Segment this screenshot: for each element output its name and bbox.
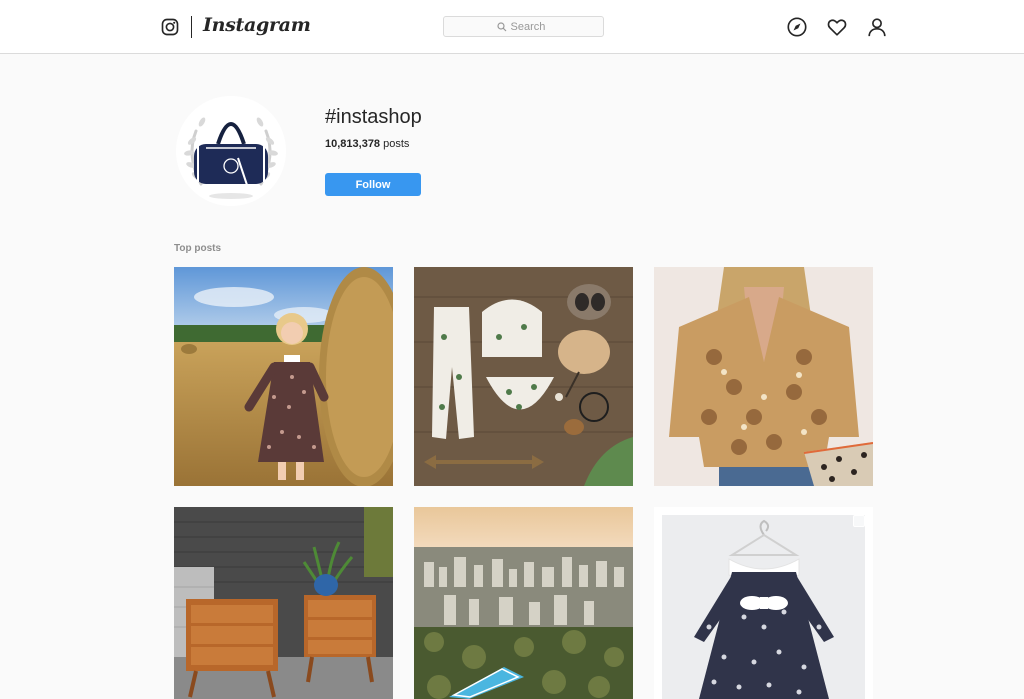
post-thumbnail[interactable] (174, 507, 393, 699)
logo-divider (191, 16, 192, 38)
post-thumbnail[interactable] (414, 507, 633, 699)
post-thumbnail[interactable] (174, 267, 393, 486)
post-thumbnail[interactable] (654, 267, 873, 486)
posts-count-number: 10,813,378 (325, 138, 381, 150)
post-thumbnail[interactable] (414, 267, 633, 486)
top-posts-heading: Top posts (174, 243, 222, 254)
multiple-images-icon (853, 515, 865, 527)
hashtag-avatar (176, 96, 286, 206)
search-icon (496, 21, 506, 31)
search-input[interactable] (510, 20, 551, 33)
heart-icon[interactable] (826, 16, 848, 38)
hashtag-title: #instashop (325, 106, 422, 128)
instagram-wordmark[interactable]: Instagram (203, 14, 311, 36)
posts-count: 10,813,378 posts (325, 138, 409, 150)
compass-icon[interactable] (786, 16, 808, 38)
user-icon[interactable] (866, 16, 888, 38)
follow-button[interactable]: Follow (325, 173, 421, 196)
post-thumbnail[interactable] (654, 507, 873, 699)
instagram-glyph-icon[interactable] (161, 18, 179, 36)
posts-count-label: posts (383, 138, 410, 150)
search-box[interactable] (443, 16, 604, 37)
top-navigation-bar: Instagram (0, 0, 1024, 54)
